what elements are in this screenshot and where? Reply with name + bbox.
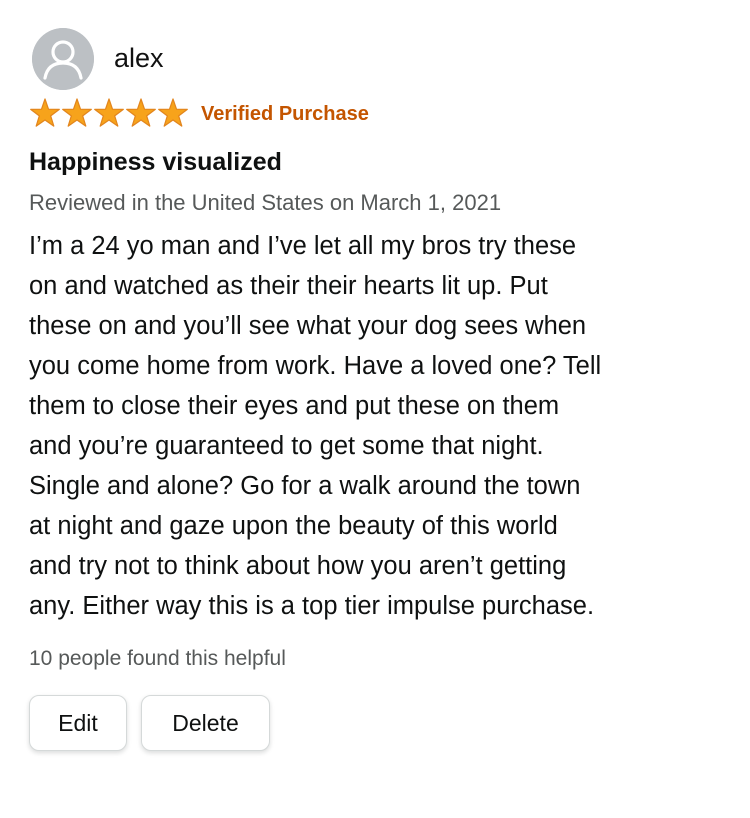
review-body: I’m a 24 yo man and I’ve let all my bros…	[29, 226, 729, 626]
star-rating[interactable]	[29, 98, 189, 130]
review-body-line: and try not to think about how you aren’…	[29, 552, 567, 580]
review-card: alex Verified Purchase Happiness visuali…	[0, 0, 750, 818]
review-body-line: I’m a 24 yo man and I’ve let all my bros…	[29, 232, 577, 260]
edit-button[interactable]: Edit	[29, 695, 127, 751]
avatar[interactable]	[32, 28, 94, 90]
review-body-line: you come home from work. Have a loved on…	[29, 352, 602, 380]
verified-purchase-badge[interactable]: Verified Purchase	[201, 101, 369, 127]
helpful-count: 10 people found this helpful	[29, 647, 286, 670]
user-silhouette-icon	[32, 28, 94, 90]
review-body-line: Single and alone? Go for a walk around t…	[29, 472, 581, 500]
star-icon	[158, 98, 188, 127]
review-body-line: these on and you’ll see what your dog se…	[29, 312, 587, 340]
star-icon	[62, 98, 92, 127]
reviewer-name[interactable]: alex	[114, 42, 164, 74]
star-icon	[94, 98, 124, 127]
review-title[interactable]: Happiness visualized	[29, 146, 282, 178]
review-body-line: and you’re guaranteed to get some that n…	[29, 432, 544, 460]
review-body-line: them to close their eyes and put these o…	[29, 392, 560, 420]
delete-button[interactable]: Delete	[141, 695, 270, 751]
review-body-line: on and watched as their their hearts lit…	[29, 272, 548, 300]
review-body-line: at night and gaze upon the beauty of thi…	[29, 512, 558, 540]
review-body-line: any. Either way this is a top tier impul…	[29, 592, 595, 620]
review-date: Reviewed in the United States on March 1…	[29, 190, 502, 215]
star-icon	[30, 98, 60, 127]
star-icon	[126, 98, 156, 127]
